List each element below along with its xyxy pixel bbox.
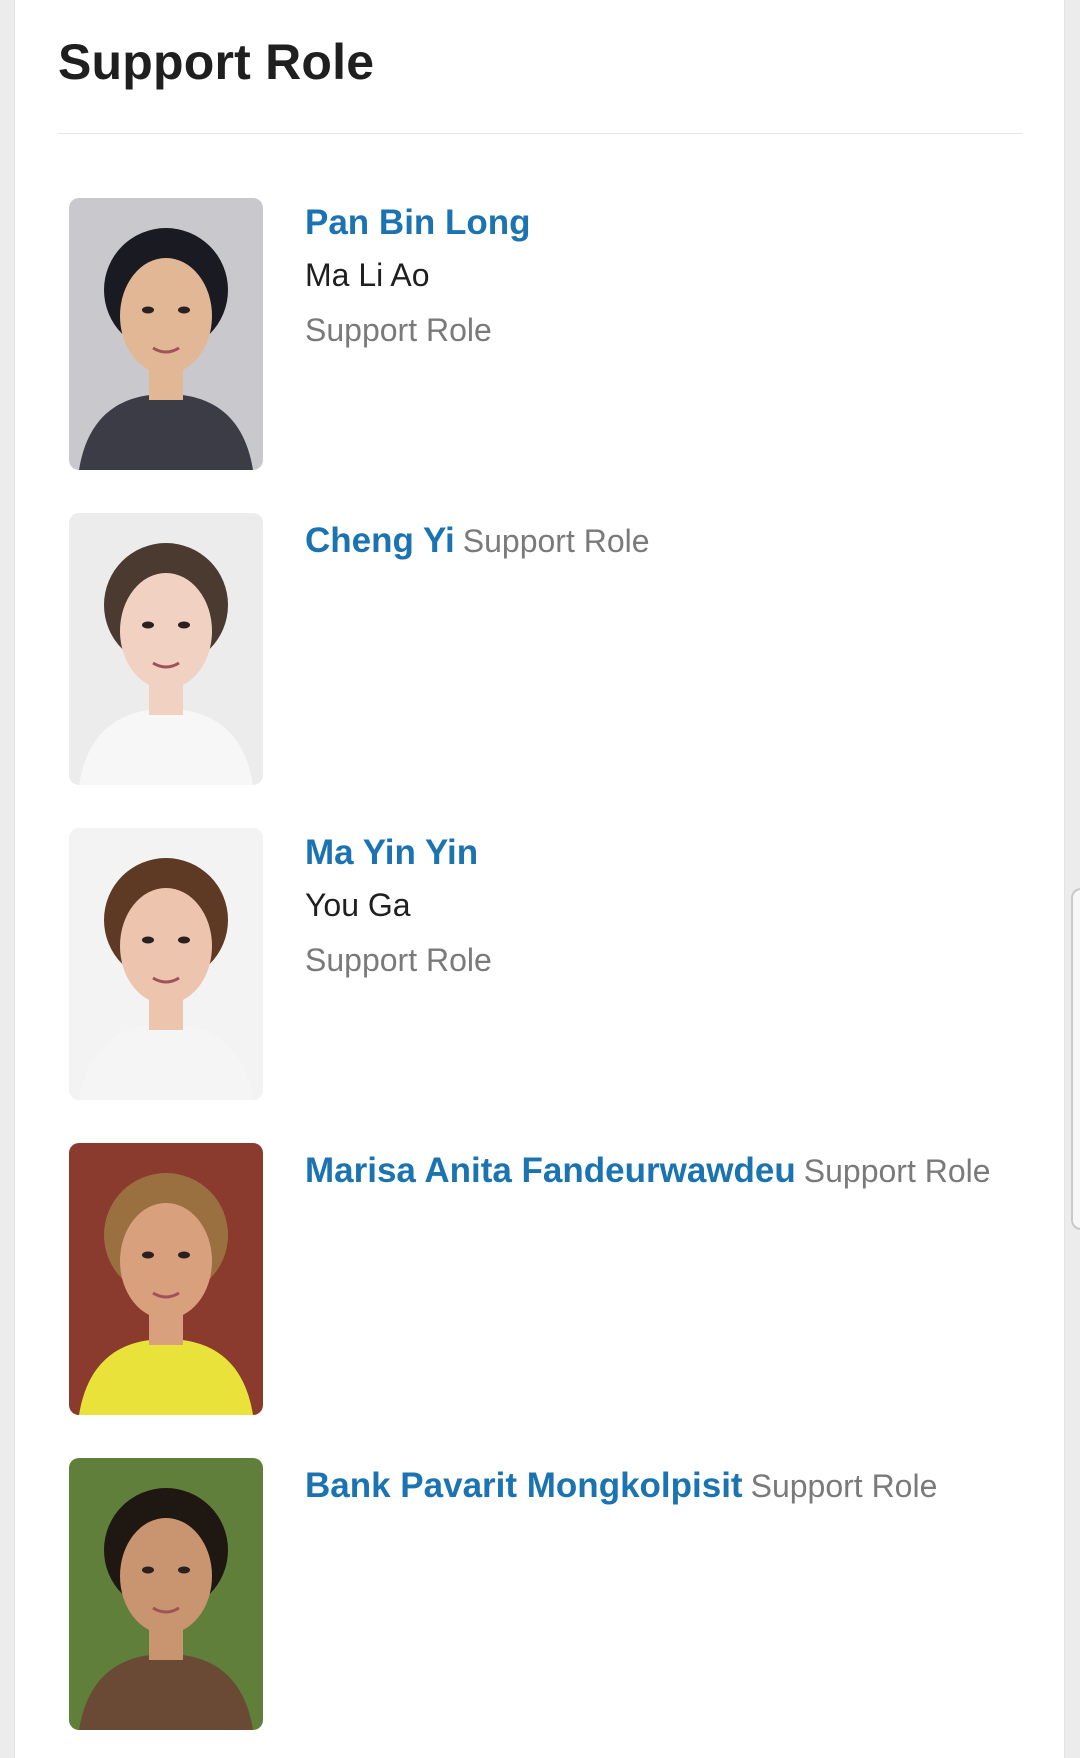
section-title: Support Role: [58, 34, 375, 90]
portrait-image: [69, 1458, 263, 1730]
portrait-face: [120, 1203, 212, 1319]
cast-item: Marisa Anita Fandeurwawdeu Support Role: [69, 1143, 1019, 1415]
cast-item: Cheng Yi Support Role: [69, 513, 1019, 785]
actor-name-link[interactable]: Ma Yin Yin: [305, 833, 478, 872]
actor-photo[interactable]: [69, 1143, 263, 1415]
scrollbar-handle[interactable]: [1071, 888, 1080, 1230]
character-name: Ma Li Ao: [305, 257, 430, 293]
cast-card: Support Role Pan Bin Long Ma Li Ao Suppo…: [14, 0, 1065, 1758]
portrait-eye: [142, 1566, 154, 1574]
role-label: Support Role: [305, 942, 492, 978]
portrait-image: [69, 828, 263, 1100]
portrait-eye: [178, 936, 190, 944]
portrait-eye: [178, 306, 190, 314]
portrait-eye: [142, 936, 154, 944]
role-label: Support Role: [750, 1468, 938, 1504]
role-label: Support Role: [803, 1153, 991, 1189]
portrait-face: [120, 1518, 212, 1634]
section-header: Support Role: [58, 30, 1023, 134]
portrait-eye: [178, 1251, 190, 1259]
cast-info: Bank Pavarit Mongkolpisit Support Role: [305, 1458, 1015, 1514]
portrait-eye: [178, 1566, 190, 1574]
cast-item: Bank Pavarit Mongkolpisit Support Role: [69, 1458, 1019, 1730]
cast-item: Ma Yin Yin You Ga Support Role: [69, 828, 1019, 1100]
portrait-face: [120, 573, 212, 689]
actor-photo[interactable]: [69, 1458, 263, 1730]
actor-name-link[interactable]: Pan Bin Long: [305, 203, 531, 242]
cast-info: Marisa Anita Fandeurwawdeu Support Role: [305, 1143, 1015, 1199]
actor-photo[interactable]: [69, 513, 263, 785]
actor-photo[interactable]: [69, 198, 263, 470]
cast-info: Ma Yin Yin You Ga Support Role: [305, 828, 1015, 988]
actor-name-link[interactable]: Cheng Yi: [305, 521, 455, 560]
portrait-image: [69, 1143, 263, 1415]
portrait-eye: [142, 621, 154, 629]
cast-info: Pan Bin Long Ma Li Ao Support Role: [305, 198, 1015, 358]
portrait-image: [69, 198, 263, 470]
portrait-face: [120, 888, 212, 1004]
character-name: You Ga: [305, 887, 411, 923]
role-label: Support Role: [462, 523, 650, 559]
actor-name-link[interactable]: Marisa Anita Fandeurwawdeu: [305, 1151, 796, 1190]
portrait-image: [69, 513, 263, 785]
actor-photo[interactable]: [69, 828, 263, 1100]
actor-name-link[interactable]: Bank Pavarit Mongkolpisit: [305, 1466, 743, 1505]
portrait-eye: [178, 621, 190, 629]
cast-info: Cheng Yi Support Role: [305, 513, 1015, 569]
portrait-eye: [142, 1251, 154, 1259]
cast-item: Pan Bin Long Ma Li Ao Support Role: [69, 198, 1019, 470]
portrait-face: [120, 258, 212, 374]
portrait-eye: [142, 306, 154, 314]
role-label: Support Role: [305, 312, 492, 348]
